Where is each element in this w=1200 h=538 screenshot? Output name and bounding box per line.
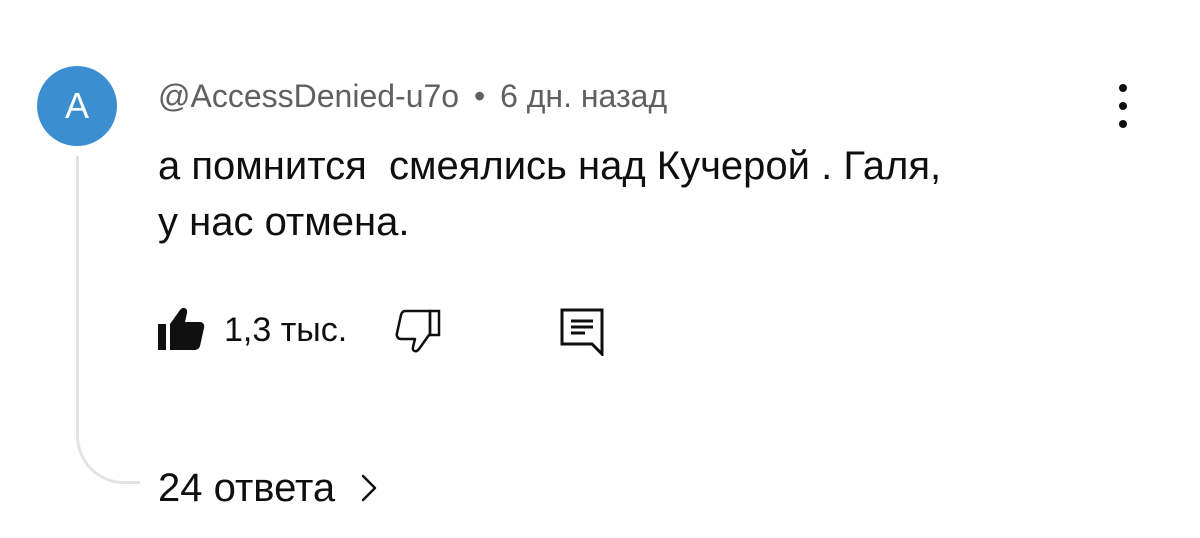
thumb-up-filled-icon bbox=[158, 307, 205, 350]
avatar[interactable]: A bbox=[37, 66, 117, 146]
replies-count-label: 24 ответа bbox=[158, 466, 336, 510]
menu-dot bbox=[1119, 84, 1127, 92]
avatar-letter: A bbox=[64, 85, 89, 126]
replies-link[interactable]: 24 ответа bbox=[158, 462, 379, 514]
like-button[interactable] bbox=[156, 306, 206, 352]
menu-dot bbox=[1119, 120, 1127, 128]
author-handle[interactable]: @AccessDenied-u7o bbox=[158, 78, 459, 114]
thread-connector-line bbox=[76, 156, 140, 484]
comment-reply-icon bbox=[560, 308, 604, 358]
comment-meta: @AccessDenied-u7o • 6 дн. назад bbox=[158, 76, 667, 116]
dislike-button[interactable] bbox=[394, 306, 442, 354]
chevron-right-icon bbox=[361, 474, 377, 502]
reply-button[interactable] bbox=[558, 306, 606, 358]
like-count: 1,3 тыс. bbox=[224, 311, 348, 349]
more-vertical-icon[interactable] bbox=[1108, 84, 1138, 128]
thumb-down-outline-icon bbox=[395, 309, 441, 353]
meta-separator: • bbox=[473, 78, 486, 114]
comment-text: а помнится смеялись над Кучерой . Галя, … bbox=[158, 144, 942, 244]
comment-time: 6 дн. назад bbox=[500, 78, 668, 114]
menu-dot bbox=[1119, 102, 1127, 110]
